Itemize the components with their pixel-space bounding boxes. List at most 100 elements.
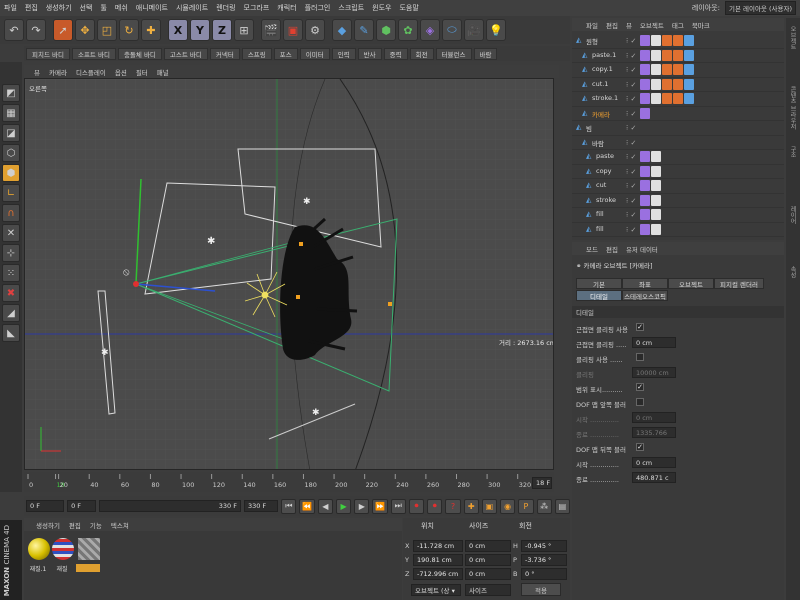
tag-icon[interactable] bbox=[684, 35, 694, 46]
go-start-icon[interactable]: ⏮ bbox=[281, 498, 297, 514]
attribute-value-field[interactable]: 480.871 c bbox=[632, 472, 676, 483]
paint-icon[interactable]: ◣ bbox=[2, 324, 20, 342]
object-menu-item[interactable]: 뷰 bbox=[626, 20, 632, 30]
tag-icon[interactable] bbox=[651, 209, 661, 220]
dynamics-button[interactable]: 인력 bbox=[331, 47, 356, 60]
move-key-icon[interactable]: ✚ bbox=[463, 498, 479, 514]
rotation-field[interactable]: -3.736 ° bbox=[521, 554, 567, 566]
visibility-dots-icon[interactable]: ⁝ ✓ bbox=[626, 211, 636, 219]
visibility-dots-icon[interactable]: ⁝ ✓ bbox=[626, 197, 636, 205]
attribute-value-field[interactable]: 10000 cm bbox=[632, 367, 676, 378]
tag-icon[interactable] bbox=[640, 180, 650, 191]
object-menu-item[interactable]: 태그 bbox=[672, 20, 684, 30]
tag-icon[interactable] bbox=[651, 35, 661, 46]
tag-icon[interactable] bbox=[640, 78, 650, 90]
tag-icon[interactable] bbox=[640, 151, 650, 162]
material-menu-item[interactable]: 편집 bbox=[69, 520, 81, 530]
tab-stereoscopic[interactable]: 스테레오스코픽 bbox=[622, 290, 668, 301]
object-row[interactable]: ◭ 바람 ⁝ ✓ bbox=[572, 136, 784, 150]
param-key-icon[interactable]: P bbox=[518, 498, 534, 514]
y-axis-icon[interactable]: Y bbox=[190, 19, 210, 41]
menu-item[interactable]: 파일 bbox=[4, 3, 17, 13]
layout-select[interactable]: 기본 레이아웃 (사용자) bbox=[724, 1, 796, 15]
tag-icon[interactable] bbox=[673, 49, 683, 61]
object-row[interactable]: ◭ paste.1 ⁝ ✓ bbox=[572, 49, 784, 63]
scale-icon[interactable]: ◰ bbox=[97, 19, 117, 41]
object-row[interactable]: ◭ cut.1 ⁝ ✓ bbox=[572, 78, 784, 92]
object-row[interactable]: ◭ 원형 ⁝ ✓ bbox=[572, 34, 784, 49]
attribute-value-field[interactable]: 0 cm bbox=[632, 412, 676, 423]
menu-item[interactable]: 플러그인 bbox=[305, 3, 331, 13]
attribute-value-field[interactable]: 1335.766 bbox=[632, 427, 676, 438]
menu-item[interactable]: 생성하기 bbox=[46, 3, 72, 13]
menu-item[interactable]: 메쉬 bbox=[115, 3, 128, 13]
tag-icon[interactable] bbox=[640, 165, 650, 177]
render-settings-icon[interactable]: ⚙ bbox=[305, 19, 325, 41]
menu-item[interactable]: 윈도우 bbox=[372, 3, 391, 13]
side-tab[interactable]: 오브젝트 bbox=[788, 26, 797, 50]
end-frame-inner-field[interactable]: 330 F bbox=[98, 500, 241, 512]
object-name[interactable]: cut.1 bbox=[592, 80, 608, 88]
material-preview-striped[interactable] bbox=[52, 538, 74, 560]
coord-mode-select[interactable]: 오브젝트 (상 ▾ bbox=[411, 584, 461, 596]
object-name[interactable]: stroke bbox=[596, 196, 616, 204]
snap-icon[interactable]: ✕ bbox=[2, 224, 20, 242]
object-row[interactable]: ◭ 빔 ⁝ ✓ bbox=[572, 121, 784, 136]
tag-icon[interactable] bbox=[651, 180, 661, 191]
object-name[interactable]: 원형 bbox=[586, 36, 598, 46]
menu-item[interactable]: 렌더링 bbox=[216, 3, 235, 13]
visibility-dots-icon[interactable]: ⁝ ✓ bbox=[626, 182, 636, 190]
menu-item[interactable]: 캐릭터 bbox=[277, 3, 296, 13]
tag-icon[interactable] bbox=[651, 93, 661, 104]
dynamics-button[interactable]: 터뷸런스 bbox=[435, 47, 472, 60]
tag-icon[interactable] bbox=[651, 194, 661, 206]
tag-icon[interactable] bbox=[651, 49, 661, 61]
attribute-value-field[interactable]: 0 cm bbox=[632, 337, 676, 348]
visibility-dots-icon[interactable]: ⁝ ✓ bbox=[626, 110, 636, 118]
dynamics-button[interactable]: 포스 bbox=[273, 47, 298, 60]
visibility-dots-icon[interactable]: ⁝ ✓ bbox=[626, 226, 636, 234]
object-row[interactable]: ◭ copy ⁝ ✓ bbox=[572, 165, 784, 179]
pen-icon[interactable]: ✎ bbox=[354, 19, 374, 41]
cube-icon[interactable]: ◆ bbox=[332, 19, 352, 41]
model-mode-icon[interactable]: ◩ bbox=[2, 84, 20, 102]
tab-physical-renderer[interactable]: 피지컬 렌더러 bbox=[714, 278, 764, 289]
tag-icon[interactable] bbox=[651, 64, 661, 75]
side-tab[interactable]: 콘텐츠 브라우저 bbox=[788, 86, 797, 130]
object-row[interactable]: ◭ fill ⁝ ✓ bbox=[572, 223, 784, 237]
attribute-checkbox[interactable]: ✓ bbox=[636, 323, 644, 331]
size-field[interactable]: 0 cm bbox=[465, 540, 511, 552]
object-menu-item[interactable]: 파일 bbox=[586, 20, 598, 30]
tag-icon[interactable] bbox=[673, 64, 683, 75]
workplane-icon[interactable]: ⊹ bbox=[2, 244, 20, 262]
autokey-icon[interactable]: ⏺ bbox=[427, 498, 443, 514]
point-mode-icon[interactable]: ⬡ bbox=[2, 144, 20, 162]
position-field[interactable]: -11.728 cm bbox=[413, 540, 463, 552]
rotate-icon[interactable]: ↻ bbox=[119, 19, 139, 41]
add-icon[interactable]: ✚ bbox=[141, 19, 161, 41]
timeline-window-icon[interactable]: ▤ bbox=[554, 498, 570, 514]
tag-icon[interactable] bbox=[684, 64, 694, 75]
viewport-menu-item[interactable]: 카메라 bbox=[49, 67, 67, 77]
attribute-menu-item[interactable]: 유저 데이터 bbox=[626, 244, 658, 254]
menu-item[interactable]: 도움말 bbox=[399, 3, 418, 13]
visibility-dots-icon[interactable]: ⁝ ✓ bbox=[626, 52, 636, 60]
viewport-menu-item[interactable]: 옵션 bbox=[115, 67, 127, 77]
render-view-icon[interactable]: 🎬 bbox=[261, 19, 281, 41]
attribute-menu-item[interactable]: 모드 bbox=[586, 244, 598, 254]
end-frame-field[interactable]: 330 F bbox=[243, 500, 279, 512]
start-frame-field[interactable]: 0 F bbox=[26, 500, 65, 512]
size-field[interactable]: 0 cm bbox=[465, 568, 511, 580]
rotation-field[interactable]: -0.945 ° bbox=[521, 540, 567, 552]
tag-icon[interactable] bbox=[662, 64, 672, 75]
floor-icon[interactable]: ⬭ bbox=[442, 19, 462, 41]
side-tab[interactable]: 속성 bbox=[788, 266, 797, 278]
object-menu-item[interactable]: 오브젝트 bbox=[640, 20, 664, 30]
object-name[interactable]: 바람 bbox=[592, 138, 604, 148]
handle-center[interactable] bbox=[296, 295, 300, 299]
material-preview-yellow[interactable] bbox=[28, 538, 50, 560]
tag-icon[interactable] bbox=[640, 35, 650, 46]
menu-item[interactable]: 편집 bbox=[25, 3, 38, 13]
tag-icon[interactable] bbox=[651, 223, 661, 235]
axis-icon[interactable]: ∟ bbox=[2, 184, 20, 202]
